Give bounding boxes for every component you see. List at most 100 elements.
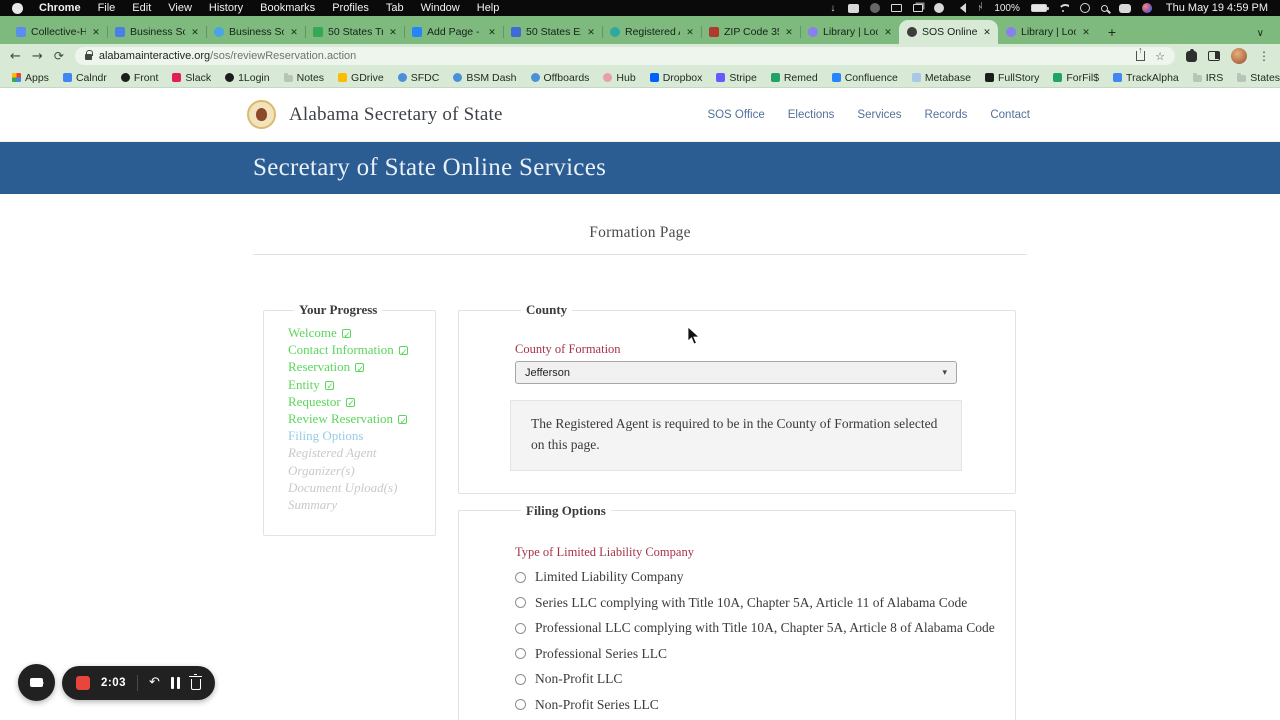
bookmark-1login[interactable]: 1Login (225, 72, 270, 84)
option-nonprofit-llc[interactable]: Non-Profit LLC (515, 671, 1015, 687)
radio-icon[interactable] (515, 699, 526, 710)
bookmark-dropbox[interactable]: Dropbox (650, 72, 703, 84)
menu-edit[interactable]: Edit (132, 2, 151, 14)
bookmark-stripe[interactable]: Stripe (716, 72, 756, 84)
option-professional-llc[interactable]: Professional LLC complying with Title 10… (515, 620, 1015, 636)
county-select[interactable]: Jefferson (515, 361, 957, 384)
bookmark-trackalpha[interactable]: TrackAlpha (1113, 72, 1179, 84)
tab-close-icon[interactable] (1081, 27, 1091, 38)
reload-button[interactable] (54, 50, 64, 63)
radio-icon[interactable] (515, 623, 526, 634)
tab-close-icon[interactable] (883, 27, 893, 38)
download-icon[interactable]: ↓ (830, 4, 837, 13)
tab-library-loom-2[interactable]: Library | Loom (998, 20, 1097, 44)
user-switch-icon[interactable] (1119, 4, 1131, 13)
forward-button[interactable] (32, 50, 43, 63)
bookmark-bsm-dash[interactable]: BSM Dash (453, 72, 516, 84)
tab-close-icon[interactable] (586, 27, 596, 38)
loom-menubar-icon[interactable] (848, 4, 859, 13)
tab-close-icon[interactable] (685, 27, 695, 38)
profile-avatar[interactable] (1231, 48, 1247, 64)
tab-50-states-tracker[interactable]: 50 States Tracke (305, 20, 404, 44)
tab-library-loom-1[interactable]: Library | Loom (800, 20, 899, 44)
bookmark-hub[interactable]: Hub (603, 72, 635, 84)
tab-50-states-expansion[interactable]: 50 States Expan (503, 20, 602, 44)
stop-recording-button[interactable] (76, 676, 90, 690)
volume-icon[interactable] (955, 3, 966, 13)
apple-logo-icon[interactable] (12, 3, 23, 14)
wifi-icon[interactable] (1058, 4, 1069, 12)
bookmark-remed[interactable]: Remed (771, 72, 818, 84)
bluetooth-icon[interactable]: ᛲ (977, 3, 983, 13)
bookmark-star-icon[interactable] (1155, 50, 1165, 63)
nav-records[interactable]: Records (925, 109, 968, 121)
option-professional-series-llc[interactable]: Professional Series LLC (515, 646, 1015, 662)
menu-bookmarks[interactable]: Bookmarks (260, 2, 315, 14)
radio-icon[interactable] (515, 648, 526, 659)
bookmark-sfdc[interactable]: SFDC (398, 72, 440, 84)
nav-sos-office[interactable]: SOS Office (707, 109, 764, 121)
tab-registered-agent[interactable]: Registered Agen (602, 20, 701, 44)
record-icon[interactable] (934, 3, 944, 13)
bookmark-slack[interactable]: Slack (172, 72, 211, 84)
bookmark-calndr[interactable]: Calndr (63, 72, 107, 84)
option-nonprofit-series-llc[interactable]: Non-Profit Series LLC (515, 697, 1015, 713)
clock-app-icon[interactable] (1080, 3, 1090, 13)
bookmark-metabase[interactable]: Metabase (912, 72, 971, 84)
tab-close-icon[interactable] (289, 27, 299, 38)
bookmark-confluence[interactable]: Confluence (832, 72, 898, 84)
tab-collective-hub[interactable]: Collective-Hub - (8, 20, 107, 44)
share-icon[interactable] (1136, 51, 1145, 61)
browser-menu-icon[interactable] (1258, 49, 1270, 63)
radio-icon[interactable] (515, 674, 526, 685)
tab-search-chevron-icon[interactable] (1257, 28, 1264, 39)
menubar-clock[interactable]: Thu May 19 4:59 PM (1166, 2, 1268, 14)
new-tab-button[interactable] (1101, 21, 1123, 43)
bookmark-apps[interactable]: Apps (12, 72, 49, 84)
bookmark-front[interactable]: Front (121, 72, 159, 84)
loom-camera-button[interactable] (18, 664, 55, 701)
search-icon[interactable] (1101, 5, 1108, 12)
display-icon[interactable] (891, 4, 902, 12)
menu-file[interactable]: File (98, 2, 116, 14)
menu-chrome[interactable]: Chrome (39, 2, 81, 14)
tab-business-solutions-2[interactable]: Business Solutio (206, 20, 305, 44)
menu-view[interactable]: View (168, 2, 192, 14)
tab-business-solutions-1[interactable]: Business Solutio (107, 20, 206, 44)
bookmark-offboards[interactable]: Offboards (531, 72, 590, 84)
battery-icon[interactable] (1031, 4, 1047, 12)
side-panel-icon[interactable] (1208, 51, 1220, 61)
tab-zip-code[interactable]: ZIP Code 35235 (701, 20, 800, 44)
restart-recording-icon[interactable] (149, 676, 160, 689)
address-bar[interactable]: alabamainteractive.org/sos/reviewReserva… (75, 47, 1175, 65)
menu-window[interactable]: Window (421, 2, 460, 14)
tab-add-page-alabama[interactable]: Add Page - Alaba (404, 20, 503, 44)
tab-sos-online-services-active[interactable]: SOS Online Serv (899, 20, 998, 44)
radio-icon[interactable] (515, 597, 526, 608)
menu-history[interactable]: History (209, 2, 243, 14)
back-button[interactable] (10, 50, 21, 63)
menu-tab[interactable]: Tab (386, 2, 404, 14)
window-stack-icon[interactable] (913, 4, 923, 12)
menu-profiles[interactable]: Profiles (332, 2, 369, 14)
bookmark-forfils[interactable]: ForFil$ (1053, 72, 1099, 84)
bookmark-gdrive[interactable]: GDrive (338, 72, 384, 84)
option-series-llc[interactable]: Series LLC complying with Title 10A, Cha… (515, 595, 1015, 611)
menu-help[interactable]: Help (477, 2, 500, 14)
nav-elections[interactable]: Elections (788, 109, 835, 121)
camera-icon[interactable] (870, 3, 880, 13)
option-llc[interactable]: Limited Liability Company (515, 569, 1015, 585)
tab-close-icon[interactable] (487, 27, 497, 38)
bookmark-fullstory[interactable]: FullStory (985, 72, 1039, 84)
extensions-icon[interactable] (1186, 51, 1197, 62)
trash-icon[interactable] (191, 679, 201, 690)
nav-contact[interactable]: Contact (990, 109, 1030, 121)
tab-close-icon[interactable] (784, 27, 794, 38)
tab-close-icon[interactable] (91, 27, 101, 38)
tab-close-icon[interactable] (982, 27, 992, 38)
bookmark-states[interactable]: States (1237, 72, 1280, 84)
siri-icon[interactable] (1142, 3, 1152, 13)
bookmark-notes[interactable]: Notes (284, 72, 324, 84)
pause-icon[interactable] (171, 677, 180, 689)
nav-services[interactable]: Services (857, 109, 901, 121)
